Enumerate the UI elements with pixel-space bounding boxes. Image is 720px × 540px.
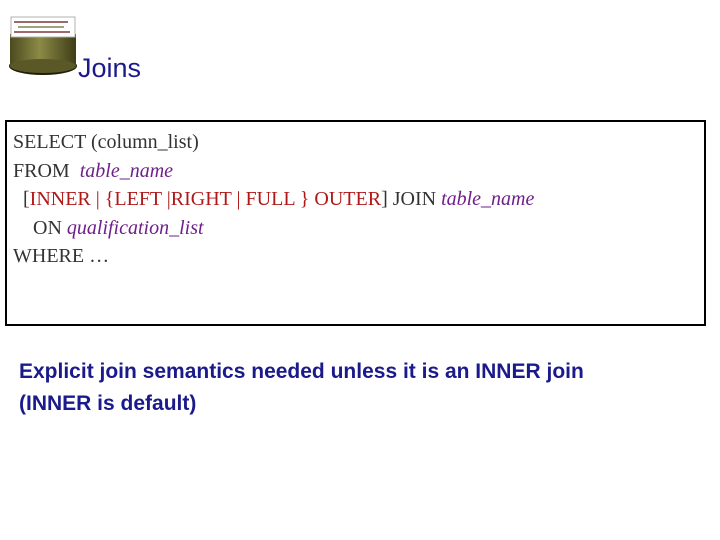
note-line-2: (INNER is default) xyxy=(19,391,197,415)
syntax-line-from: FROM table_name xyxy=(13,157,698,186)
note-text: Explicit join semantics needed unless it… xyxy=(19,356,709,419)
syntax-line-where: WHERE … xyxy=(13,245,110,267)
syntax-box: SELECT (column_list) FROM table_name [IN… xyxy=(5,120,706,326)
note-line-1: Explicit join semantics needed unless it… xyxy=(19,360,584,383)
join-table-name: table_name xyxy=(441,188,535,210)
slide-title: Joins xyxy=(78,53,142,83)
from-keyword: FROM xyxy=(13,159,80,182)
qualification-list: qualification_list xyxy=(66,216,204,239)
database-cylinder-icon xyxy=(9,16,77,75)
syntax-line-on: ON qualification_list xyxy=(13,214,698,243)
on-keyword: ON xyxy=(13,216,67,239)
join-types: INNER | {LEFT |RIGHT | FULL } OUTER xyxy=(29,188,382,210)
from-table-name: table_name xyxy=(79,159,174,182)
syntax-line-join: [INNER | {LEFT |RIGHT | FULL } OUTER] JO… xyxy=(13,185,698,214)
join-keyword: ] JOIN xyxy=(381,188,442,210)
syntax-line-select: SELECT (column_list) xyxy=(13,131,199,153)
join-prefix: [ xyxy=(13,188,30,210)
